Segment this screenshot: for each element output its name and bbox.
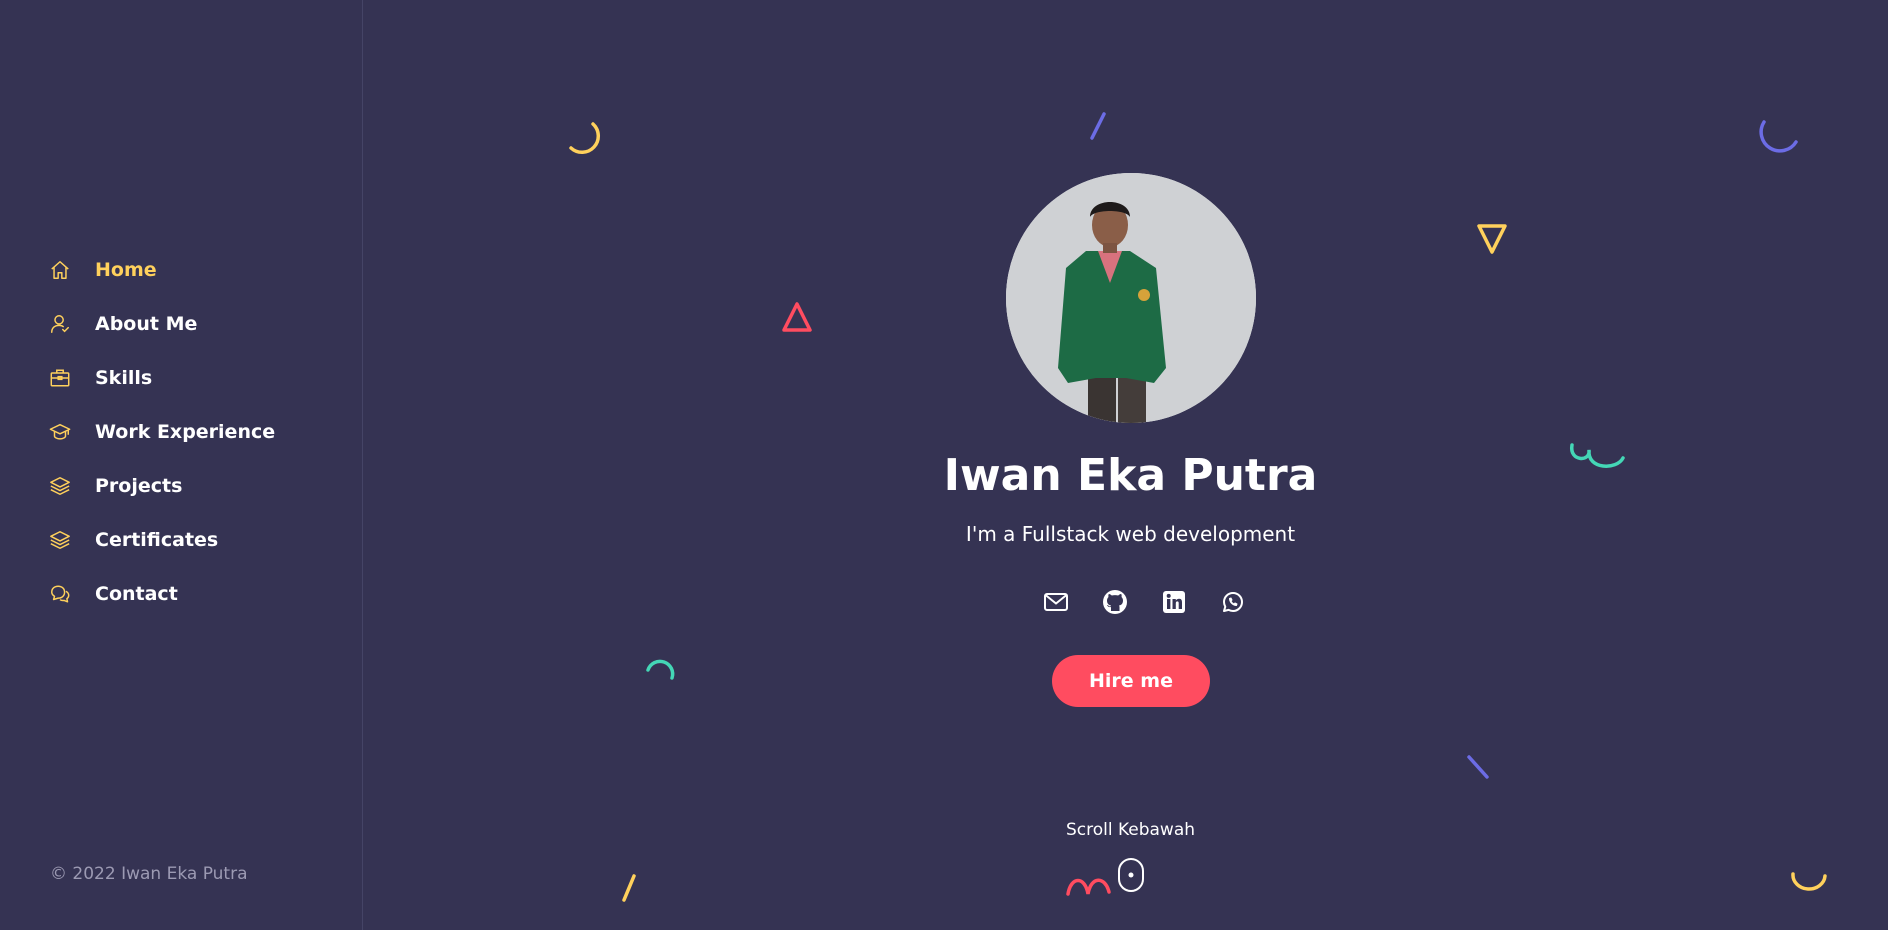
- sidebar-nav: Home About Me Skills Work Experience Pro…: [48, 243, 275, 621]
- decor-line-purple: [1090, 112, 1106, 140]
- copyright-text: © 2022 Iwan Eka Putra: [50, 864, 248, 884]
- profile-tagline: I'm a Fullstack web development: [965, 522, 1296, 546]
- briefcase-icon: [48, 366, 72, 390]
- decor-triangle-red: [782, 302, 812, 332]
- sidebar-item-label: Home: [95, 259, 157, 281]
- linkedin-icon[interactable]: [1144, 586, 1203, 618]
- sidebar-item-contact[interactable]: Contact: [48, 567, 275, 621]
- decor-arc-green: [646, 659, 675, 680]
- profile-photo: [1006, 173, 1256, 423]
- sidebar-item-skills[interactable]: Skills: [48, 351, 275, 405]
- profile-name: Iwan Eka Putra: [943, 450, 1318, 501]
- sidebar-item-label: Skills: [95, 367, 153, 389]
- sidebar-item-label: Certificates: [95, 529, 219, 551]
- home-icon: [48, 258, 72, 282]
- layers-icon: [48, 474, 72, 498]
- decor-triangle-yellow: [1477, 224, 1507, 254]
- sidebar-item-projects[interactable]: Projects: [48, 459, 275, 513]
- layers-icon: [48, 528, 72, 552]
- whatsapp-icon[interactable]: [1203, 586, 1262, 618]
- sidebar-item-certificates[interactable]: Certificates: [48, 513, 275, 567]
- sidebar-item-label: Contact: [95, 583, 178, 605]
- decor-arc-yellow-2: [1791, 872, 1827, 891]
- hire-me-button[interactable]: Hire me: [1052, 655, 1210, 707]
- chat-bubbles-icon: [48, 582, 72, 606]
- decor-line-purple-2: [1467, 755, 1489, 779]
- decor-arc-yellow: [569, 122, 601, 155]
- envelope-icon[interactable]: [1026, 586, 1085, 618]
- hero-section: Iwan Eka Putra I'm a Fullstack web devel…: [363, 0, 1888, 930]
- sidebar-item-about-me[interactable]: About Me: [48, 297, 275, 351]
- scroll-label: Scroll Kebawah: [1065, 820, 1196, 840]
- sidebar-item-label: Projects: [95, 475, 183, 497]
- page: Home About Me Skills Work Experience Pro…: [0, 0, 1888, 930]
- github-icon[interactable]: [1085, 586, 1144, 618]
- sidebar-item-home[interactable]: Home: [48, 243, 275, 297]
- sidebar-item-work-experience[interactable]: Work Experience: [48, 405, 275, 459]
- mouse-scroll-icon[interactable]: [1063, 857, 1199, 897]
- sidebar-item-label: Work Experience: [95, 421, 276, 443]
- sidebar: Home About Me Skills Work Experience Pro…: [0, 0, 363, 930]
- decor-arc-purple: [1759, 120, 1798, 153]
- user-check-icon: [48, 312, 72, 336]
- decor-line-yellow: [622, 874, 636, 902]
- sidebar-item-label: About Me: [95, 313, 198, 335]
- graduation-cap-icon: [48, 420, 72, 444]
- social-links: [1026, 586, 1262, 618]
